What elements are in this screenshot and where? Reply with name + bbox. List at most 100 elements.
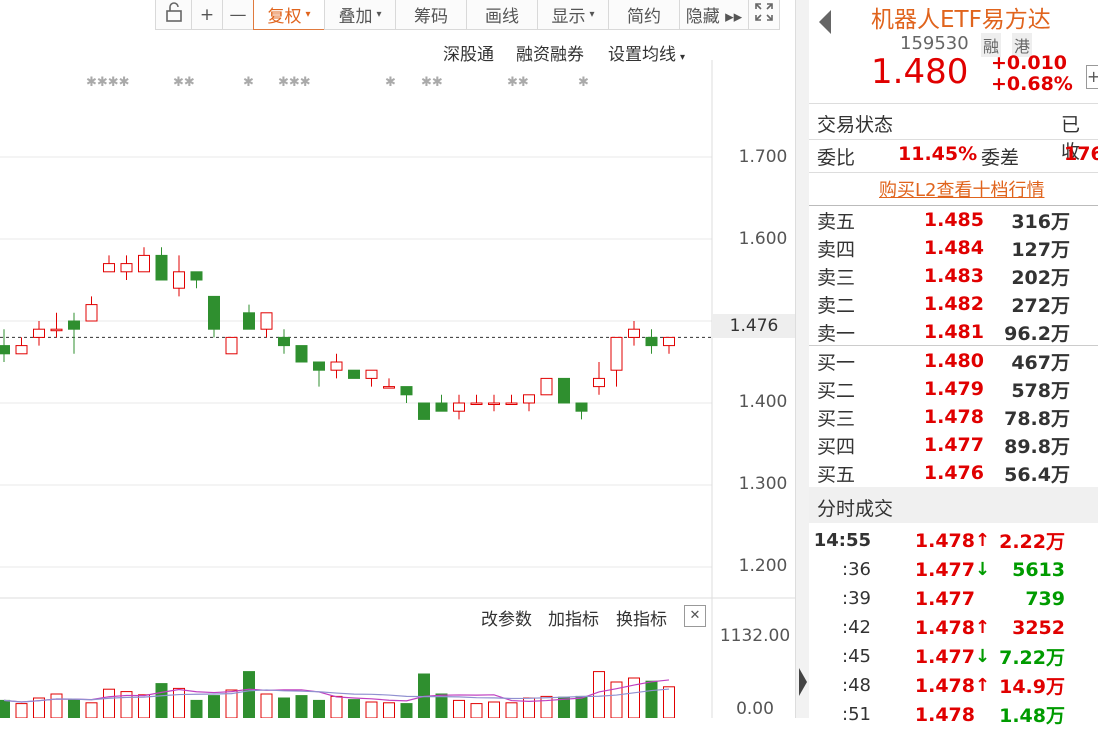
candle-body [0,345,10,355]
close-indicator-button[interactable]: ✕ [684,605,706,627]
bid-row[interactable]: 买五 1.476 56.4万 [809,459,1098,487]
ask-volume: 202万 [1011,266,1070,289]
ask-row[interactable]: 卖一 1.481 96.2万 [809,318,1098,346]
volume-bar [68,699,80,718]
trade-time: :36 [842,559,871,580]
trade-time: :51 [842,704,871,725]
ask-row[interactable]: 卖二 1.482 272万 [809,290,1098,318]
order-ratio-value: 11.45% [898,143,978,165]
candle-body [663,336,675,347]
bid-row[interactable]: 买三 1.478 78.8万 [809,403,1098,431]
trades-header: 分时成交 [809,487,1098,523]
hide-button[interactable]: 隐藏 ▸▸ [679,0,749,30]
candlestick-chart[interactable]: ✱✱✱✱ ✱✱ ✱ ✱✱✱ ✱ ✱✱ ✱✱ ✱ [0,60,795,718]
zoom-out-button[interactable]: — [222,0,254,30]
collapse-arrow-icon[interactable] [799,668,807,696]
stock-name: 机器人ETF易方达 [871,7,1051,33]
trade-price: 1.477 [914,645,975,668]
overlay-dropdown[interactable]: 叠加 ▾ [324,0,396,30]
trade-price: 1.477 [914,587,975,610]
buy-l2-link[interactable]: 购买L2查看十档行情 [879,176,1044,202]
volume-bar [575,695,588,718]
bid-row[interactable]: 买二 1.479 578万 [809,375,1098,403]
volume-bar [243,671,255,718]
ask-row[interactable]: 卖五 1.485 316万 [809,206,1098,234]
volume-bar [400,703,413,718]
lock-button[interactable] [155,0,192,30]
arrow-up-icon: ↑ [975,675,991,696]
swap-indicator-button[interactable]: 换指标 [616,605,667,630]
ask-level-label: 卖二 [817,294,856,317]
bid-row[interactable]: 买四 1.477 89.8万 [809,431,1098,459]
add-indicator-button[interactable]: 加指标 [548,605,599,630]
volume-bar [435,693,448,718]
ask-volume: 127万 [1011,238,1070,261]
candle-body [488,402,500,405]
trade-volume: 3252 [1012,616,1065,639]
add-watch-button[interactable]: + [1086,65,1098,89]
ask-price: 1.481 [923,321,984,343]
price-change: +0.010 [991,52,1068,74]
bid-price: 1.478 [923,406,984,428]
fullscreen-button[interactable] [748,0,780,30]
volume-axis-max: 1132.00 [719,626,791,646]
trade-time: :45 [842,646,871,667]
volume-bar [15,703,28,718]
current-price-tag: 1.476 [712,314,796,338]
volume-bar [295,695,308,718]
candle-body [365,369,378,379]
volume-bar [488,701,500,718]
volume-bar [453,699,465,718]
expand-icon [755,3,773,26]
ask-row[interactable]: 卖四 1.484 127万 [809,234,1098,262]
zoom-in-button[interactable]: + [191,0,223,30]
edit-params-button[interactable]: 改参数 [481,605,532,630]
candle-body [103,263,115,273]
draw-line-button[interactable]: 画线 [466,0,538,30]
volume-bar [0,699,10,718]
prev-stock-arrow-icon[interactable] [819,10,831,34]
volume-bar [138,694,150,718]
bid-volume: 78.8万 [1004,407,1070,430]
ask-level-label: 卖一 [817,322,856,345]
trade-price: 1.478 [914,703,975,726]
bid-price: 1.477 [923,434,984,456]
candle-body [540,377,553,396]
candle-body [383,386,395,389]
bid-price: 1.476 [923,462,984,484]
candle-body [418,402,430,420]
candle-body [575,402,588,412]
volume-bar [85,702,98,718]
candle-body [260,312,273,330]
order-diff-value: 176 [1064,143,1098,165]
trade-row: :36 1.477 ↓ 5613 [809,555,1098,584]
bid-row[interactable]: 买一 1.480 467万 [809,347,1098,375]
candle-body [225,336,238,355]
arrow-down-icon: ↓ [975,559,991,580]
display-dropdown[interactable]: 显示 ▾ [537,0,609,30]
trade-price: 1.477 [914,558,975,581]
bid-price: 1.479 [923,378,984,400]
lock-icon [165,2,183,27]
chips-button[interactable]: 筹码 [395,0,467,30]
candle-body [453,402,465,412]
volume-bar [50,693,63,718]
candle-body [610,336,623,371]
trade-volume: 2.22万 [999,531,1065,553]
volume-bar [190,699,203,718]
volume-bar [365,701,378,718]
event-marker: ✱✱ [173,75,195,90]
candle-body [190,271,203,281]
volume-bar [470,703,483,718]
trade-time: :48 [842,675,871,696]
y-tick-label: 1.200 [738,556,788,576]
adjust-price-dropdown[interactable]: 复权 ▾ [253,0,325,30]
ask-row[interactable]: 卖三 1.483 202万 [809,262,1098,290]
trade-time: 14:55 [813,530,871,551]
order-diff-label: 委差 [981,147,1020,169]
candle-body [68,320,80,330]
simple-mode-button[interactable]: 简约 [608,0,680,30]
trade-price: 1.478 [914,616,975,639]
chevron-down-icon: ▾ [305,9,311,20]
trade-price: 1.478 [914,529,975,552]
